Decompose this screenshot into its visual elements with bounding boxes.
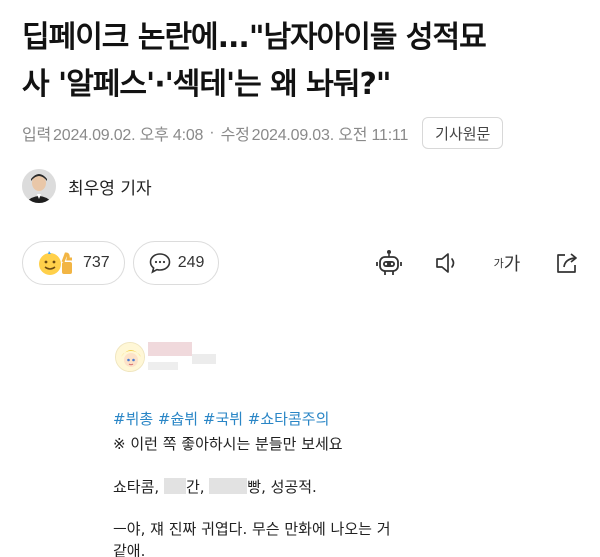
comment-count: 249 [177, 254, 205, 271]
article-meta: 입력 2024.09.02. 오후 4:08 · 수정 2024.09.03. … [22, 116, 582, 150]
listen-button[interactable] [432, 248, 462, 278]
share-button[interactable] [552, 248, 582, 278]
article-headline: 딥페이크 논란에..."남자아이돌 성적묘 사 '알페스'·'섹테'는 왜 놔둬… [22, 14, 582, 108]
blurred-username-extra [192, 354, 216, 364]
blurred-word-2 [209, 478, 248, 494]
comment-button[interactable]: 249 [132, 241, 220, 285]
robot-icon [376, 250, 402, 275]
font-size-small-label: 가 [493, 257, 504, 270]
blurred-username [148, 342, 192, 356]
font-size-button[interactable]: 가가 [490, 248, 524, 278]
post-line-c: 같애. [113, 542, 146, 557]
modified-label: 수정 [220, 127, 250, 144]
headline-line-1: 딥페이크 논란에..."남자아이돌 성적묘 [22, 20, 487, 55]
original-article-button[interactable]: 기사원문 [422, 117, 504, 149]
post-line-b: ㅡ야, 쟤 진짜 귀엽다. 무슨 만화에 나오는 거 [113, 520, 391, 538]
article-action-bar: 737 249 가 가 [22, 240, 582, 286]
post-notice: ※ 이런 쪽 좋아하시는 분들만 보세요 [113, 435, 343, 453]
speech-bubble-icon [149, 253, 171, 274]
reaction-count: 737 [83, 254, 110, 271]
blurred-handle [148, 362, 178, 370]
post-line-a-part3: 빵, 성공적. [247, 478, 317, 496]
post-line-a-part1: 쇼타콤, [113, 478, 164, 496]
blurred-word-1 [163, 478, 186, 494]
headline-line-2: 사 '알페스'·'섹테'는 왜 놔둬?" [22, 67, 392, 102]
reaction-button[interactable]: 737 [22, 241, 125, 285]
meta-separator: · [209, 124, 215, 141]
reporter-avatar [22, 169, 56, 203]
font-size-large-label: 가 [503, 254, 521, 275]
reporter-info[interactable]: 최우영 기자 [22, 168, 152, 204]
speaker-icon [436, 253, 455, 273]
reporter-name: 최우영 기자 [68, 178, 152, 199]
cartoon-avatar-icon [116, 343, 144, 371]
post-line-a-part2: 간, [185, 478, 210, 496]
smile-thumbs-up-icon [39, 251, 72, 275]
post-author-avatar [115, 342, 145, 372]
article-tools: 가가 [374, 248, 582, 278]
input-label: 입력 [22, 127, 52, 144]
input-time: 2024.09.02. 오후 4:08 [53, 127, 204, 144]
modified-time: 2024.09.03. 오전 11:11 [251, 127, 409, 144]
reporter-photo-icon [22, 169, 56, 203]
share-icon [557, 253, 577, 273]
post-hashtags: #뷔총 #슙뷔 #국뷔 #쇼타콤주의 [113, 410, 330, 428]
summary-bot-button[interactable] [374, 248, 404, 278]
post-line-a: 쇼타콤, 간, 빵, 성공적. [113, 476, 317, 497]
